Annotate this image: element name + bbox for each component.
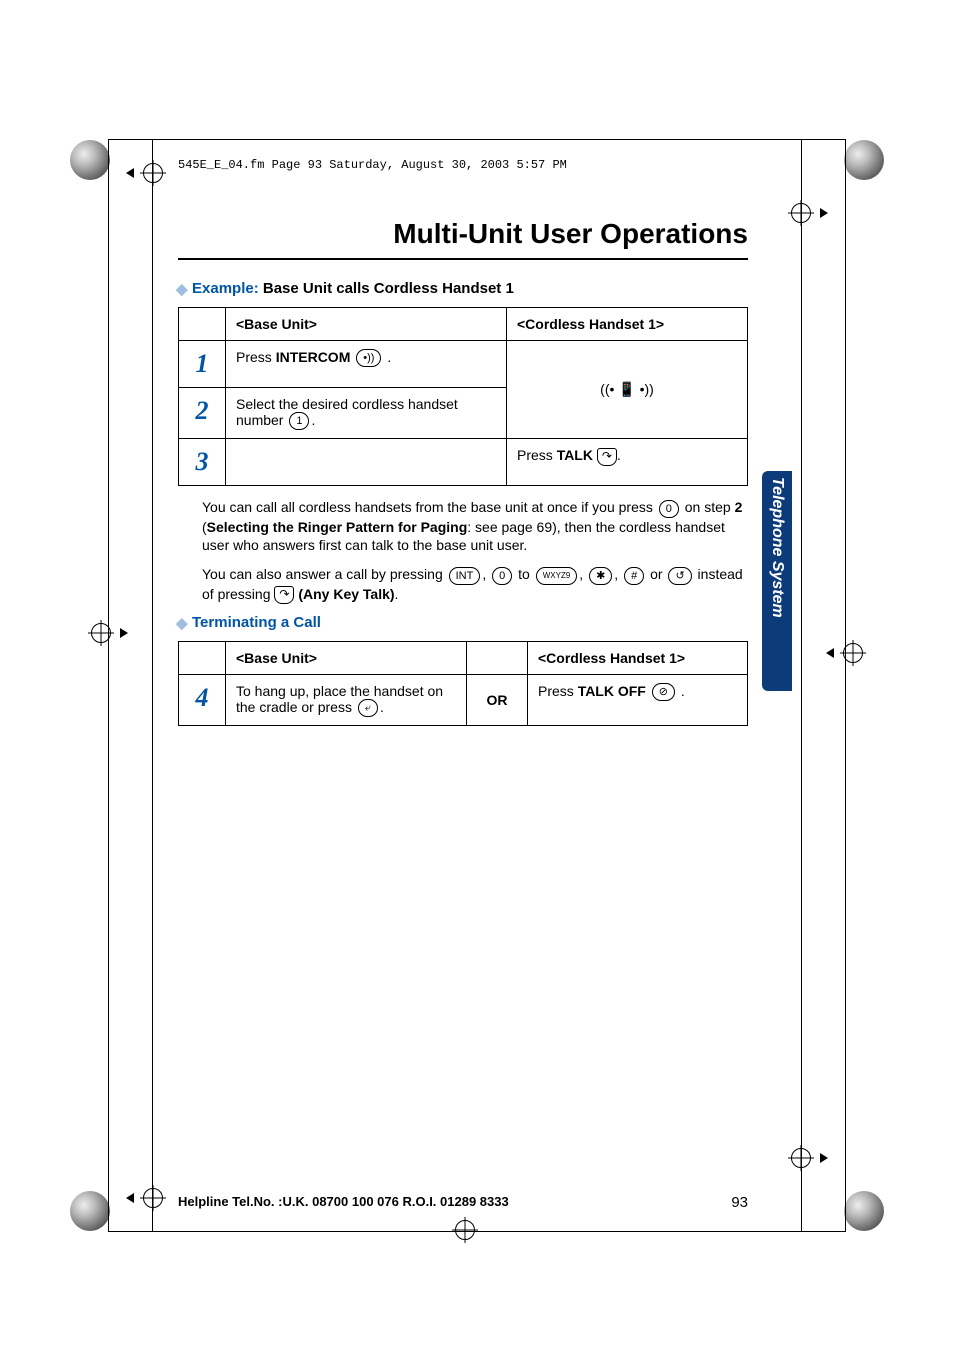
- section-example-heading: Example: Base Unit calls Cordless Handse…: [192, 280, 748, 297]
- page-title: Multi-Unit User Operations: [178, 218, 748, 260]
- step-3-base: [226, 439, 507, 486]
- section-tab: Telephone System: [762, 471, 792, 691]
- steps-table-call: <Base Unit> <Cordless Handset 1> 1 Press…: [178, 307, 748, 486]
- column-base-unit: <Base Unit>: [226, 308, 507, 341]
- text: Press: [538, 683, 578, 699]
- or-label: OR: [467, 674, 528, 725]
- header-meta: 545E_E_04.fm Page 93 Saturday, August 30…: [178, 158, 567, 172]
- step-4-base: To hang up, place the handset on the cra…: [226, 674, 467, 725]
- text: ,: [482, 566, 490, 582]
- text: .: [383, 349, 391, 365]
- text: .: [617, 447, 621, 463]
- step-number: 3: [179, 439, 226, 486]
- talk-off-icon: ⊘: [652, 683, 675, 701]
- section-label: Example:: [192, 280, 259, 297]
- step-1-base: Press INTERCOM •)) .: [226, 341, 507, 388]
- text: .: [311, 412, 315, 428]
- step-4-handset: Press TALK OFF ⊘ .: [528, 674, 748, 725]
- note-paragraph-1: You can call all cordless handsets from …: [178, 498, 748, 555]
- step-3-handset: Press TALK ↷.: [507, 439, 748, 486]
- text: You can call all cordless handsets from …: [202, 499, 657, 515]
- note-paragraph-2: You can also answer a call by pressing I…: [178, 565, 748, 604]
- page-footer: Helpline Tel.No. :U.K. 08700 100 076 R.O…: [178, 1194, 748, 1211]
- print-sphere-icon: [70, 1191, 110, 1231]
- key-0-icon: 0: [659, 500, 679, 518]
- text: Press: [236, 349, 276, 365]
- page-number: 93: [731, 1194, 748, 1211]
- int-key-icon: INT: [449, 567, 481, 585]
- step-number: 1: [179, 341, 226, 388]
- text: Press: [517, 447, 557, 463]
- step-2-base: Select the desired cordless handset numb…: [226, 388, 507, 439]
- section-subtitle: Base Unit calls Cordless Handset 1: [263, 280, 514, 297]
- text: .: [395, 586, 399, 602]
- print-sphere-icon: [844, 1191, 884, 1231]
- step-number-header: [179, 308, 226, 341]
- star-key-icon: ✱: [589, 567, 612, 585]
- column-cordless-handset: <Cordless Handset 1>: [507, 308, 748, 341]
- text-bold: TALK OFF: [578, 683, 646, 699]
- text: or: [646, 566, 666, 582]
- key-0-icon: 0: [492, 567, 512, 585]
- print-sphere-icon: [844, 140, 884, 180]
- section-terminating-heading: Terminating a Call: [192, 614, 748, 631]
- text: .: [380, 699, 384, 715]
- hash-key-icon: #: [624, 567, 644, 585]
- text-bold: INTERCOM: [276, 349, 351, 365]
- text: on step: [681, 499, 735, 515]
- text: ,: [614, 566, 622, 582]
- page-content: Multi-Unit User Operations Example: Base…: [178, 218, 748, 738]
- section-tab-label: Telephone System: [768, 477, 786, 618]
- step-number-header: [179, 641, 226, 674]
- text-bold: 2: [735, 499, 743, 515]
- text: to: [514, 566, 533, 582]
- text-bold: Selecting the Ringer Pattern for Paging: [207, 519, 468, 535]
- step-number: 2: [179, 388, 226, 439]
- speaker-icon: ⤶: [358, 699, 378, 717]
- column-spacer: [467, 641, 528, 674]
- print-sphere-icon: [70, 140, 110, 180]
- talk-icon: ↷: [597, 448, 617, 466]
- section-label: Terminating a Call: [192, 614, 321, 631]
- handset-ringing-icon: ((• 📱 •)): [507, 341, 748, 439]
- text-bold: TALK: [557, 447, 593, 463]
- steps-table-terminate: <Base Unit> <Cordless Handset 1> 4 To ha…: [178, 641, 748, 726]
- text: .: [677, 683, 685, 699]
- text: To hang up, place the handset on the cra…: [236, 683, 443, 715]
- key-1-icon: 1: [289, 412, 309, 430]
- talk-icon: ↷: [274, 586, 294, 604]
- text-bold: (Any Key Talk): [294, 586, 394, 602]
- text: ,: [579, 566, 587, 582]
- intercom-icon: •)): [356, 349, 381, 367]
- step-number: 4: [179, 674, 226, 725]
- column-base-unit: <Base Unit>: [226, 641, 467, 674]
- text: You can also answer a call by pressing: [202, 566, 447, 582]
- redial-key-icon: ↺: [668, 567, 691, 585]
- column-cordless-handset: <Cordless Handset 1>: [528, 641, 748, 674]
- text: Select the desired cordless handset numb…: [236, 396, 458, 428]
- key-9-icon: WXYZ9: [536, 567, 578, 585]
- helpline-text: Helpline Tel.No. :U.K. 08700 100 076 R.O…: [178, 1194, 509, 1209]
